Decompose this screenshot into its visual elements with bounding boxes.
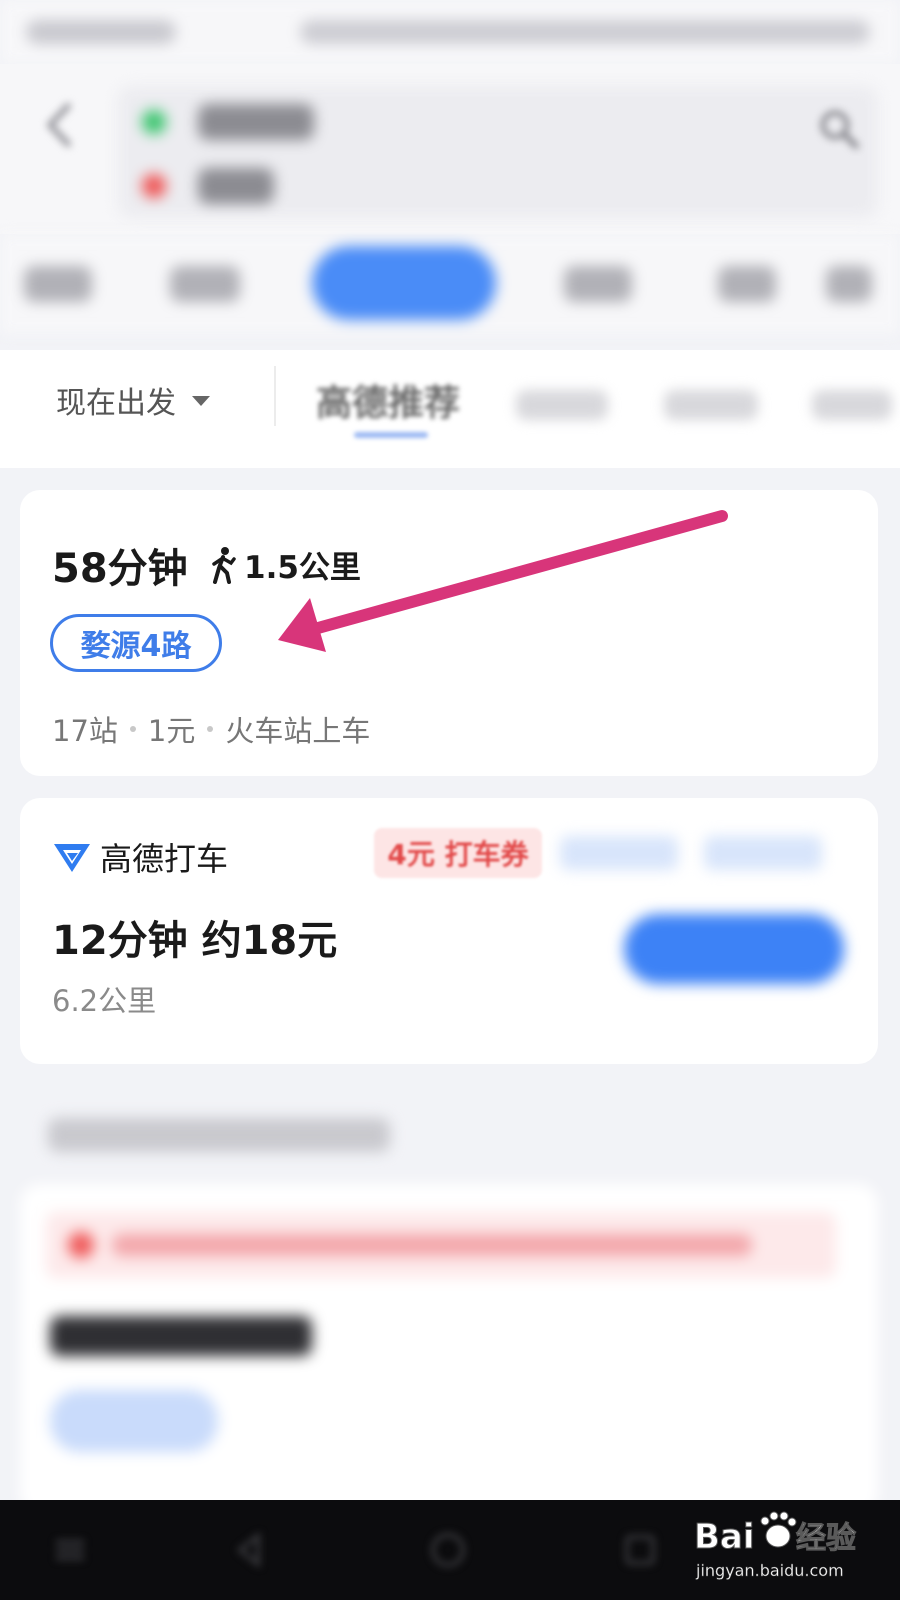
destination-dot-icon (142, 174, 166, 198)
recents-nav-icon[interactable] (618, 1528, 662, 1572)
route-input-box[interactable] (118, 86, 878, 218)
taxi-brand-name: 高德打车 (100, 840, 229, 878)
warning-icon (68, 1232, 94, 1258)
carrier-indicator (26, 20, 176, 44)
caret-down-icon (192, 396, 210, 406)
line-badge[interactable] (50, 1390, 218, 1452)
tab-cycling[interactable] (564, 266, 632, 302)
baidu-jingyan-watermark: Bai 经验 jingyan.baidu.com (692, 1506, 862, 1582)
tab-more[interactable] (826, 266, 872, 302)
bus-meta: 17站 1元 火车站上车 (52, 708, 370, 750)
travel-mode-tabs (0, 234, 900, 334)
active-tab-indicator (354, 432, 428, 438)
back-nav-icon[interactable] (228, 1528, 272, 1572)
filter-bar: 现在出发 高德推荐 (0, 350, 900, 468)
depart-time-selector[interactable]: 现在出发 (56, 378, 210, 422)
tab-driving[interactable] (24, 266, 92, 302)
taxi-eta-price: 12分钟 约18元 (52, 918, 338, 964)
status-bar (0, 0, 900, 64)
depart-time-label: 现在出发 (56, 386, 176, 421)
call-taxi-button[interactable] (624, 914, 844, 984)
route-header (0, 64, 900, 234)
stop-count: 17站 (52, 714, 118, 748)
alert-banner (46, 1212, 836, 1278)
destination-field[interactable] (198, 168, 274, 204)
walking-person-icon (212, 546, 236, 584)
chevron-left-icon[interactable] (40, 100, 80, 150)
home-nav-icon[interactable] (426, 1528, 470, 1572)
sort-tab-3[interactable] (664, 390, 758, 420)
bus-line-badge[interactable]: 婺源4路 (50, 614, 222, 672)
boarding-station: 火车站上车 (225, 714, 371, 748)
origin-field[interactable] (198, 104, 314, 140)
fare: 1元 (147, 714, 196, 748)
taxi-brand: 高德打车 (52, 834, 228, 880)
taxi-distance: 6.2公里 (52, 984, 157, 1018)
tab-walking[interactable] (718, 266, 776, 302)
taxi-tag (704, 836, 822, 870)
coupon-badge: 4元 打车券 (374, 828, 542, 878)
watermark-url: jingyan.baidu.com (695, 1561, 844, 1580)
divider (274, 366, 276, 426)
origin-dot-icon (142, 110, 166, 134)
alternative-plan-card[interactable] (20, 1184, 878, 1514)
walk-info: 1.5公里 (208, 542, 361, 587)
status-icons (300, 20, 870, 44)
alert-text (112, 1234, 752, 1256)
section-note (48, 1118, 390, 1152)
tab-transit[interactable] (312, 246, 496, 320)
search-icon[interactable] (816, 106, 860, 150)
trip-duration: 58分钟 (52, 546, 188, 592)
bus-plan-card[interactable]: 58分钟 1.5公里 婺源4路 17站 1元 火车站上车 (20, 490, 878, 776)
tab-taxi[interactable] (170, 266, 240, 302)
taxi-tag (560, 836, 678, 870)
separator-dot (207, 726, 214, 732)
separator-dot (129, 726, 136, 732)
walk-distance: 1.5公里 (244, 550, 361, 586)
sort-tab-4[interactable] (812, 390, 892, 420)
watermark-brand-cn: 经验 (796, 1521, 856, 1556)
sort-tab-2[interactable] (516, 390, 608, 420)
taxi-plan-card[interactable]: 高德打车 4元 打车券 12分钟 约18元 6.2公里 (20, 798, 878, 1064)
sort-tab-recommended[interactable]: 高德推荐 (316, 374, 460, 426)
watermark-brand: Bai (694, 1517, 755, 1557)
plan-duration (50, 1316, 312, 1356)
gaode-taxi-logo-icon (54, 844, 90, 872)
menu-icon[interactable] (48, 1528, 92, 1572)
baidu-paw-logo-icon: Bai 经验 jingyan.baidu.com (694, 1511, 857, 1580)
